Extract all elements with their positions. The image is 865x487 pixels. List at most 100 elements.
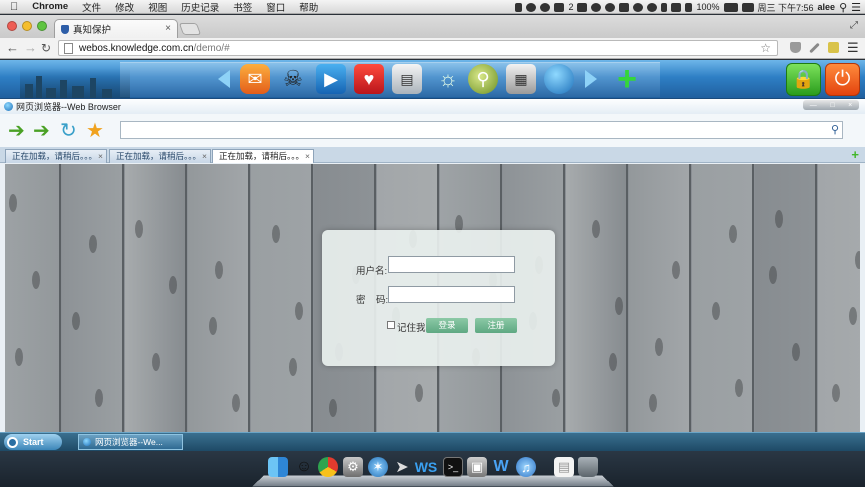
favorite-star-icon[interactable]: ★ [86,121,104,141]
menu-history[interactable]: 历史记录 [174,0,226,14]
webos-taskbar: Start 网页浏览器--We... [0,432,865,451]
adobe-icon[interactable] [554,2,565,12]
tab-close-icon[interactable]: × [202,150,207,163]
window-icon[interactable] [577,2,588,12]
add-tab-icon[interactable]: + [851,148,859,161]
cards-app-icon[interactable]: ▦ [506,64,536,94]
forward-arrow-icon[interactable]: ➔ [33,121,50,141]
window-close-button[interactable] [7,21,17,31]
bookmark-star-icon[interactable]: ☆ [760,41,771,55]
cloud-icon[interactable] [605,2,616,12]
refresh-icon[interactable]: ↻ [60,121,77,141]
search-icon[interactable]: ⚲ [831,123,839,136]
wood-plank [5,164,61,432]
news-app-icon[interactable]: ▤ [392,64,422,94]
video-app-icon[interactable]: ▶ [316,64,346,94]
word-icon[interactable]: W [491,457,511,477]
wood-knot [169,276,177,294]
menu-edit[interactable]: 修改 [108,0,141,14]
scroll-right-icon[interactable] [585,70,597,88]
qq-icon[interactable]: ☺ [294,457,314,477]
gauge-icon[interactable] [633,2,644,12]
webstorm-icon[interactable]: WS [415,457,438,477]
bulb-app-icon[interactable]: ☼ [433,64,463,94]
flag-icon[interactable] [741,2,754,12]
terminal-icon[interactable]: >_ [443,457,463,477]
globe-app-icon[interactable] [544,64,574,94]
extension-shield-icon[interactable] [790,42,801,53]
wifi-icon[interactable] [671,2,682,12]
volume-icon[interactable] [685,2,693,12]
system-preferences-icon[interactable]: ⚙ [343,457,363,477]
remember-checkbox[interactable] [387,321,395,329]
apple-menu-icon[interactable]:  [0,1,25,13]
wood-knot [135,220,143,238]
forward-button[interactable]: → [24,40,37,56]
browser-tab-2[interactable]: 正在加载，请稍后。。。 × [109,149,211,163]
address-bar[interactable]: webos.knowledge.com.cn /demo/# ☆ [58,40,778,56]
window-maximize-icon[interactable]: □ [830,102,834,109]
tab-close-icon[interactable]: × [305,150,310,163]
reload-button[interactable]: ↻ [41,40,51,56]
menu-view[interactable]: 视图 [141,0,174,14]
window-close-icon[interactable]: × [848,102,852,109]
network-icon[interactable]: ✶ [368,457,388,477]
menu-file[interactable]: 文件 [75,0,108,14]
search-status-icon[interactable] [591,2,602,12]
browser-address-input[interactable]: ⚲ [120,121,843,139]
extension-wrench-icon[interactable] [809,42,820,54]
extension-edit-icon[interactable] [828,42,839,53]
chrome-icon[interactable] [318,457,338,477]
time-machine-icon[interactable] [647,2,658,12]
back-arrow-icon[interactable]: ➔ [8,121,25,141]
browser-tab-1[interactable]: 正在加载，请稍后。。。 × [5,149,107,163]
back-button[interactable]: ← [6,40,19,56]
start-button[interactable]: Start [4,434,62,450]
url-path: /demo/# [193,42,230,54]
notification-icon[interactable] [526,2,537,12]
lock-button[interactable]: 🔒 [786,63,821,96]
cursor-icon[interactable] [515,2,523,12]
menu-window[interactable]: 窗口 [259,0,292,14]
tab-close-icon[interactable]: × [165,23,171,34]
chrome-menu-icon[interactable]: ☰ [847,40,859,56]
photo-app-icon[interactable]: ♥ [354,64,384,94]
window-title: 网页浏览器--Web Browser [16,102,121,112]
preview-icon[interactable]: ▣ [467,457,487,477]
taskbar-item-web-browser[interactable]: 网页浏览器--We... [78,434,183,450]
battery-icon[interactable] [723,2,738,12]
menu-help[interactable]: 帮助 [292,0,325,14]
camera-icon[interactable] [619,2,630,12]
clock[interactable]: 周三 下午7:56 [758,1,814,14]
app-menu[interactable]: Chrome [25,1,75,12]
itunes-icon[interactable]: ♫ [516,457,536,477]
new-tab-button[interactable] [178,23,202,35]
send-icon[interactable]: ➤ [392,457,412,477]
window-minimize-icon[interactable]: — [810,102,817,109]
search-app-icon[interactable]: ⚲ [468,64,498,94]
menu-bookmarks[interactable]: 书签 [226,0,259,14]
password-input[interactable] [388,286,515,303]
tab-close-icon[interactable]: × [98,150,103,163]
browser-tab[interactable]: 真知保护 × [54,19,178,38]
document-icon[interactable]: ▤ [554,457,574,477]
browser-tab-3[interactable]: 正在加载，请稍后。。。 × [212,149,314,163]
power-button[interactable]: ⏻ [825,63,860,96]
user-name[interactable]: alee [818,2,836,12]
login-button[interactable]: 登录 [426,318,468,333]
bluetooth-icon[interactable] [661,2,668,12]
add-app-icon[interactable]: + [612,62,642,96]
chat-app-icon[interactable]: ✉ [240,64,270,94]
username-input[interactable] [388,256,515,273]
gamepad-app-icon[interactable]: ☠ [278,64,308,94]
window-minimize-button[interactable] [22,21,32,31]
window-zoom-button[interactable] [37,21,47,31]
fullscreen-icon[interactable]: ⤢ [850,20,858,31]
trash-icon[interactable] [578,457,598,477]
register-button[interactable]: 注册 [475,318,517,333]
scroll-left-icon[interactable] [218,70,230,88]
spotlight-icon[interactable]: ⚲ [839,1,847,14]
notification-center-icon[interactable]: ☰ [851,1,861,14]
finder-icon[interactable] [268,457,288,477]
sync-icon[interactable] [540,2,551,12]
